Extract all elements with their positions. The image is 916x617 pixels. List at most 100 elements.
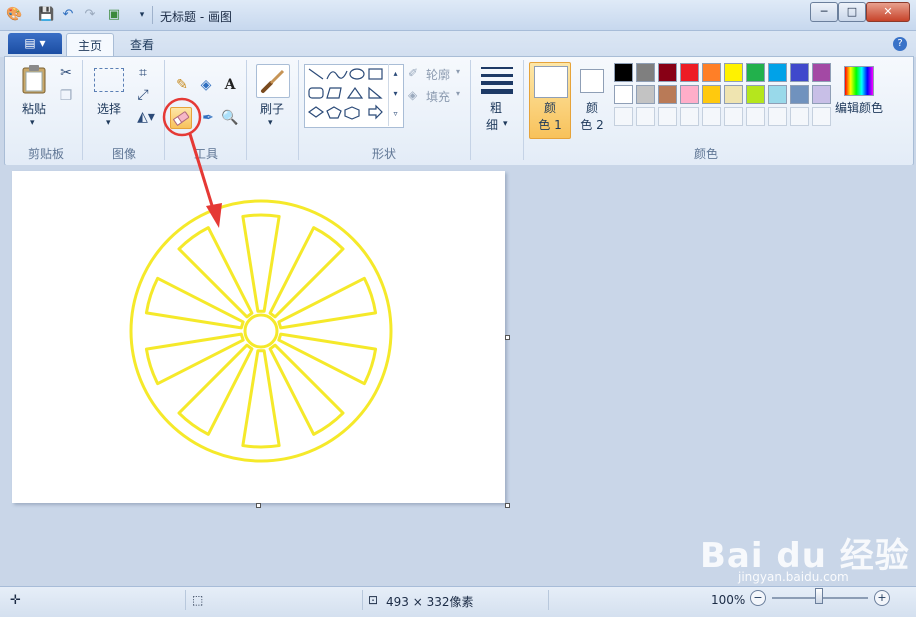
color-picker-icon[interactable]: ✒ [198,108,218,128]
magnifier-icon[interactable]: 🔍 [220,108,240,128]
wheel-segment [268,343,345,436]
color2-swatch[interactable] [580,69,604,93]
outline-icon[interactable]: ✐ [408,66,418,80]
palette-swatch[interactable] [702,63,721,82]
drawing-canvas[interactable] [12,171,505,503]
close-button[interactable]: ✕ [866,2,910,22]
palette-swatch[interactable] [614,63,633,82]
undo-icon[interactable]: ↶ [60,7,76,23]
palette-swatch[interactable] [658,63,677,82]
custom-color-slot[interactable] [812,107,831,126]
select-dropdown-icon[interactable]: ▾ [106,118,111,128]
size-dropdown-icon[interactable]: ▾ [503,119,508,129]
custom-color-slot[interactable] [614,107,633,126]
canvas-resize-handle-corner[interactable] [505,503,510,508]
clipboard-icon[interactable] [22,64,46,94]
size-label-top: 粗 [489,101,502,115]
brush-icon[interactable] [256,64,290,98]
select-button[interactable]: 选择 [88,102,130,117]
outline-button[interactable]: 轮廓 [426,66,450,83]
color2-label-top: 颜 [585,101,598,115]
custom-color-slot[interactable] [768,107,787,126]
customize-dropdown-icon[interactable]: ▾ [134,7,150,23]
size-icon[interactable] [481,66,513,94]
color1-label-top: 颜 [543,101,556,115]
palette-swatch[interactable] [636,63,655,82]
palette-swatch[interactable] [614,85,633,104]
selection-size-icon: ⬚ [192,593,204,607]
group-label-colors: 颜色 [693,147,718,161]
fill-dropdown-icon[interactable]: ▾ [456,89,460,98]
custom-color-slot[interactable] [636,107,655,126]
palette-swatch[interactable] [658,85,677,104]
color1-label-bottom: 色 1 [538,118,562,132]
palette-swatch[interactable] [812,85,831,104]
palette-swatch[interactable] [768,63,787,82]
edit-colors-button[interactable]: 编辑颜色 [830,101,888,116]
brush-button[interactable]: 刷子 [252,102,292,117]
canvas-resize-handle-bottom[interactable] [256,503,261,508]
resize-icon[interactable]: ⤢ [133,85,153,105]
zoom-out-button[interactable]: − [750,590,766,606]
select-icon[interactable] [94,68,124,92]
status-separator [362,590,363,610]
tab-home[interactable]: 主页 [66,33,114,58]
palette-swatch[interactable] [746,85,765,104]
paste-dropdown-icon[interactable]: ▾ [30,118,35,128]
wheel-drawing [129,199,393,463]
palette-swatch[interactable] [724,63,743,82]
canvas-size-icon: ⊡ [368,593,379,607]
maximize-button[interactable]: □ [838,2,866,22]
zoom-slider-thumb[interactable] [815,588,823,604]
redo-icon[interactable]: ↷ [82,7,98,23]
palette-swatch[interactable] [724,85,743,104]
save-icon[interactable]: 💾 [38,7,54,23]
palette-swatch[interactable] [636,85,655,104]
brush-dropdown-icon[interactable]: ▾ [268,118,273,128]
edit-colors-icon[interactable] [844,66,874,96]
custom-color-slot[interactable] [658,107,677,126]
rotate-icon[interactable]: ◭▾ [133,107,159,127]
paste-button[interactable]: 粘贴 [14,102,54,117]
wheel-rim [129,199,393,463]
outline-dropdown-icon[interactable]: ▾ [456,67,460,76]
paint-app-icon[interactable]: 🎨 [6,7,22,23]
group-separator [470,60,471,160]
crop-icon[interactable]: ⌗ [133,63,153,83]
group-label-shapes: 形状 [371,147,396,161]
tab-view[interactable]: 查看 [118,33,166,57]
cut-icon[interactable]: ✂ [56,63,76,83]
custom-color-slot[interactable] [702,107,721,126]
help-icon[interactable]: ? [893,37,907,51]
text-tool-icon[interactable]: A [220,75,240,95]
size-label-bottom: 细 [485,118,498,132]
group-label-clipboard: 剪贴板 [27,147,64,161]
palette-swatch[interactable] [680,63,699,82]
quick-access-icon[interactable]: ▣ [106,7,122,23]
palette-swatch[interactable] [746,63,765,82]
group-separator [523,60,524,160]
canvas-resize-handle-right[interactable] [505,335,510,340]
palette-swatch[interactable] [790,63,809,82]
palette-swatch[interactable] [680,85,699,104]
custom-color-slot[interactable] [746,107,765,126]
fill-icon[interactable]: ◈ [408,88,417,102]
color1-swatch [534,66,568,98]
minimize-button[interactable]: ─ [810,2,838,22]
zoom-in-button[interactable]: + [874,590,890,606]
palette-swatch[interactable] [812,63,831,82]
shapes-scroll[interactable]: ▴ ▾ ▿ [388,64,402,126]
custom-color-slot[interactable] [680,107,699,126]
fill-bucket-icon[interactable]: ◈ [196,75,216,95]
palette-swatch[interactable] [702,85,721,104]
canvas-size-text: 493 × 332像素 [386,595,474,609]
fill-button[interactable]: 填充 [426,88,450,105]
palette-swatch[interactable] [768,85,787,104]
custom-color-slot[interactable] [790,107,809,126]
eraser-tool-button[interactable] [170,107,192,129]
copy-icon[interactable]: ❐ [56,86,76,106]
pencil-icon[interactable]: ✎ [172,75,192,95]
custom-color-slot[interactable] [724,107,743,126]
palette-swatch[interactable] [790,85,809,104]
app-menu-button[interactable]: ▤ ▾ [8,33,62,54]
